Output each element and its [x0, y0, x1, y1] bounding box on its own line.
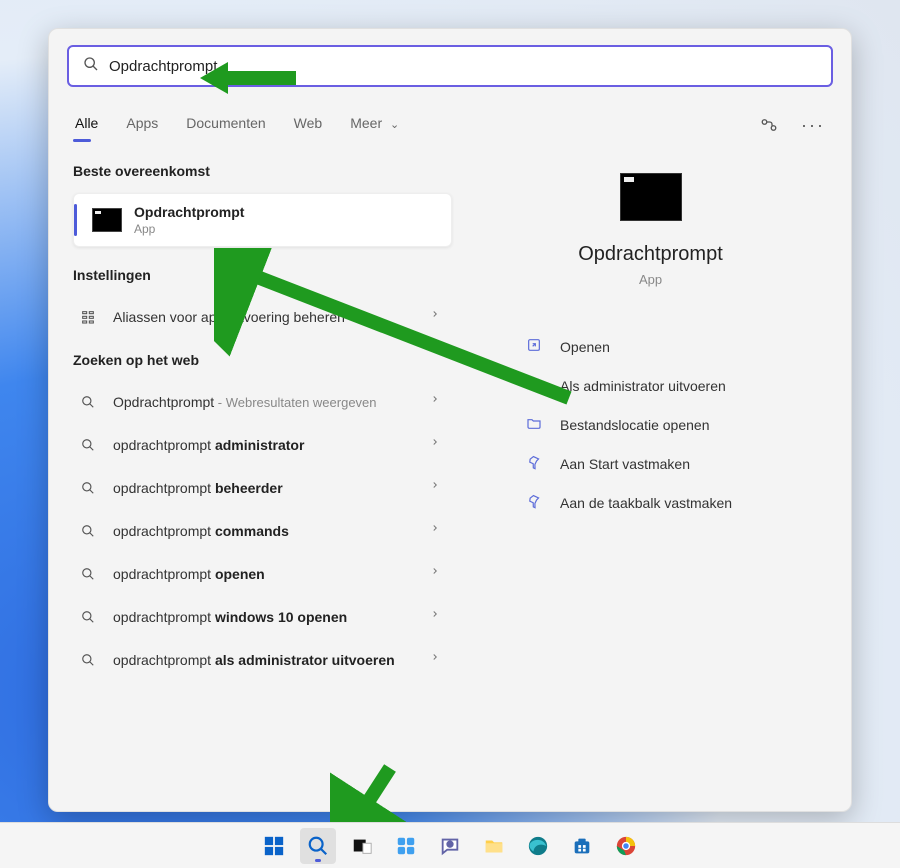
web-result-text: opdrachtprompt windows 10 openen: [113, 609, 416, 625]
section-best-match: Beste overeenkomst: [73, 163, 466, 179]
tab-more-label: Meer: [350, 115, 382, 131]
taskbar: [0, 822, 900, 868]
web-result-text: opdrachtprompt openen: [113, 566, 416, 582]
settings-result-text: Aliassen voor app-uitvoering beheren: [113, 309, 416, 325]
search-input[interactable]: [109, 58, 817, 75]
action-pin-start[interactable]: Aan Start vastmaken: [520, 446, 817, 481]
web-result-3[interactable]: opdrachtprompt commands: [73, 511, 452, 550]
tab-apps[interactable]: Apps: [124, 109, 160, 141]
tab-all[interactable]: Alle: [73, 109, 100, 141]
settings-icon: [77, 309, 99, 325]
tab-documents[interactable]: Documenten: [184, 109, 267, 141]
file-explorer-button[interactable]: [476, 828, 512, 864]
action-label: Als administrator uitvoeren: [560, 378, 726, 394]
chat-button[interactable]: [432, 828, 468, 864]
settings-result[interactable]: Aliassen voor app-uitvoering beheren: [73, 297, 452, 336]
connector-icon[interactable]: [755, 111, 783, 139]
best-match-title: Opdrachtprompt: [134, 204, 244, 220]
open-icon: [526, 337, 544, 356]
chevron-right-icon: [430, 650, 440, 669]
action-label: Bestandslocatie openen: [560, 417, 709, 433]
task-view-button[interactable]: [344, 828, 380, 864]
web-result-2[interactable]: opdrachtprompt beheerder: [73, 468, 452, 507]
best-match-card[interactable]: Opdrachtprompt App: [73, 193, 452, 247]
results-column: Beste overeenkomst Opdrachtprompt App In…: [49, 141, 466, 811]
preview-column: Opdrachtprompt App Openen Als administra…: [466, 141, 851, 811]
pin-icon: [526, 454, 544, 473]
chevron-right-icon: [430, 435, 440, 454]
search-icon: [77, 438, 99, 452]
tab-web[interactable]: Web: [292, 109, 325, 141]
more-options-icon[interactable]: ···: [799, 111, 827, 139]
chevron-right-icon: [430, 564, 440, 583]
action-label: Aan Start vastmaken: [560, 456, 690, 472]
section-settings: Instellingen: [73, 267, 466, 283]
tab-more[interactable]: Meer ⌄: [348, 109, 401, 141]
section-web: Zoeken op het web: [73, 352, 466, 368]
action-label: Openen: [560, 339, 610, 355]
web-result-5[interactable]: opdrachtprompt windows 10 openen: [73, 597, 452, 636]
search-icon: [77, 567, 99, 581]
edge-button[interactable]: [520, 828, 556, 864]
search-icon: [83, 56, 99, 77]
search-icon: [77, 653, 99, 667]
shield-icon: [526, 376, 544, 395]
action-open[interactable]: Openen: [520, 329, 817, 364]
web-result-text: opdrachtprompt commands: [113, 523, 416, 539]
chevron-right-icon: [430, 307, 440, 326]
chrome-button[interactable]: [608, 828, 644, 864]
cmd-icon: [92, 208, 122, 232]
preview-actions: Openen Als administrator uitvoeren Besta…: [474, 329, 827, 520]
web-result-6[interactable]: opdrachtprompt als administrator uitvoer…: [73, 640, 452, 679]
start-button[interactable]: [256, 828, 292, 864]
chevron-right-icon: [430, 521, 440, 540]
search-icon: [77, 395, 99, 409]
store-button[interactable]: [564, 828, 600, 864]
web-result-text: opdrachtprompt administrator: [113, 437, 416, 453]
chevron-down-icon: ⌄: [390, 119, 399, 131]
search-icon: [77, 524, 99, 538]
action-open-location[interactable]: Bestandslocatie openen: [520, 407, 817, 442]
preview-subtitle: App: [474, 272, 827, 287]
search-wrap: [49, 29, 851, 95]
chevron-right-icon: [430, 478, 440, 497]
web-result-text: opdrachtprompt beheerder: [113, 480, 416, 496]
action-label: Aan de taakbalk vastmaken: [560, 495, 732, 511]
folder-icon: [526, 415, 544, 434]
action-run-admin[interactable]: Als administrator uitvoeren: [520, 368, 817, 403]
web-result-1[interactable]: opdrachtprompt administrator: [73, 425, 452, 464]
web-result-text: Opdrachtprompt - Webresultaten weergeven: [113, 394, 416, 410]
search-icon: [77, 481, 99, 495]
chevron-right-icon: [430, 607, 440, 626]
action-pin-taskbar[interactable]: Aan de taakbalk vastmaken: [520, 485, 817, 520]
best-match-subtitle: App: [134, 222, 244, 236]
start-search-panel: Alle Apps Documenten Web Meer ⌄ ··· Best…: [48, 28, 852, 812]
web-result-text: opdrachtprompt als administrator uitvoer…: [113, 652, 416, 668]
pin-icon: [526, 493, 544, 512]
preview-title: Opdrachtprompt: [474, 243, 827, 266]
cmd-icon: [620, 173, 682, 221]
web-result-0[interactable]: Opdrachtprompt - Webresultaten weergeven: [73, 382, 452, 421]
search-icon: [77, 610, 99, 624]
search-box[interactable]: [67, 45, 833, 87]
search-button[interactable]: [300, 828, 336, 864]
web-result-4[interactable]: opdrachtprompt openen: [73, 554, 452, 593]
widgets-button[interactable]: [388, 828, 424, 864]
chevron-right-icon: [430, 392, 440, 411]
filter-tabs: Alle Apps Documenten Web Meer ⌄ ···: [49, 99, 851, 141]
